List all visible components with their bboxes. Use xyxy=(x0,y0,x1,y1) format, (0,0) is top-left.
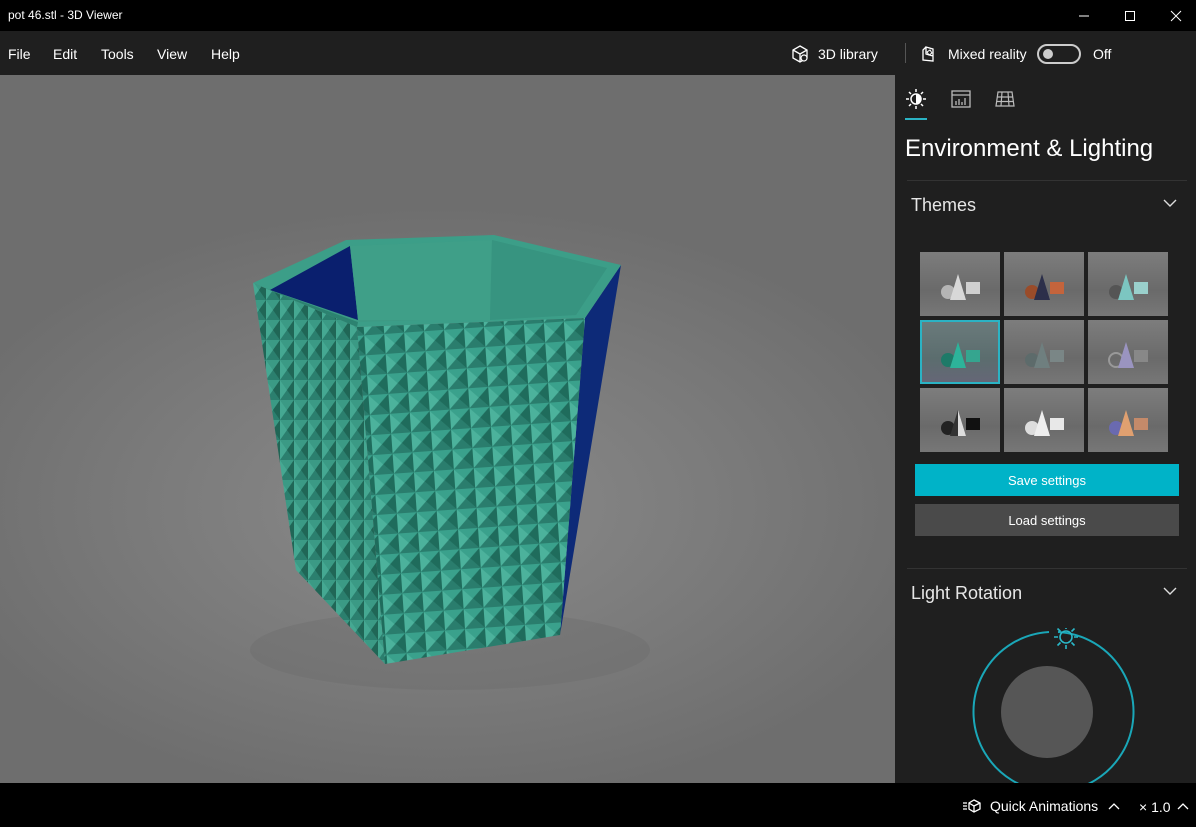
theme-thumb-2[interactable] xyxy=(1004,252,1084,316)
menu-help[interactable]: Help xyxy=(211,46,240,62)
theme-preview xyxy=(1109,410,1148,436)
chevron-down-icon xyxy=(1163,199,1177,207)
settings-panel: Environment & Lighting Themes Save setti… xyxy=(895,75,1196,783)
themes-label: Themes xyxy=(911,195,977,215)
3d-library-button[interactable]: 3D library xyxy=(790,43,878,65)
cube-icon xyxy=(792,45,808,63)
chevron-up-icon[interactable] xyxy=(1177,802,1189,810)
light-rotation-header[interactable]: Light Rotation xyxy=(907,568,1187,608)
load-settings-button[interactable]: Load settings xyxy=(915,504,1179,536)
chevron-up-icon[interactable] xyxy=(1108,802,1120,810)
tab-grid[interactable] xyxy=(993,87,1017,111)
light-rotation-label: Light Rotation xyxy=(911,583,1023,603)
mixed-reality-label: Mixed reality xyxy=(948,46,1027,62)
menu-edit[interactable]: Edit xyxy=(53,46,77,62)
theme-preview xyxy=(1108,342,1148,368)
mixed-reality-state: Off xyxy=(1093,46,1112,62)
theme-preview xyxy=(1025,342,1064,368)
menu-divider xyxy=(905,43,906,63)
title-bar: pot 46.stl - 3D Viewer xyxy=(0,0,1196,31)
quick-animations-label: Quick Animations xyxy=(990,798,1099,814)
chevron-down-icon xyxy=(1163,587,1177,595)
theme-preview xyxy=(941,274,980,300)
sun-icon xyxy=(906,89,926,109)
maximize-icon xyxy=(1125,10,1135,21)
menu-bar: File Edit Tools View Help 3D library Mix… xyxy=(0,31,1196,75)
maximize-button[interactable] xyxy=(1107,0,1153,31)
mixed-reality-icon xyxy=(922,46,934,62)
theme-preview xyxy=(1025,274,1064,300)
close-icon xyxy=(1170,10,1182,21)
save-settings-button[interactable]: Save settings xyxy=(915,464,1179,496)
quick-animations-button[interactable]: Quick Animations xyxy=(962,798,1098,814)
theme-preview xyxy=(1109,274,1148,300)
toggle-knob xyxy=(1043,49,1053,59)
mixed-reality-toggle[interactable] xyxy=(1037,44,1081,64)
theme-thumb-3[interactable] xyxy=(1088,252,1168,316)
close-button[interactable] xyxy=(1153,0,1196,31)
status-bar: Quick Animations × 1.0 xyxy=(0,783,1196,827)
themes-header[interactable]: Themes xyxy=(907,180,1187,220)
menu-file[interactable]: File xyxy=(8,46,31,62)
zoom-level[interactable]: × 1.0 xyxy=(1139,799,1171,815)
theme-thumb-5[interactable] xyxy=(1004,320,1084,384)
menu-tools[interactable]: Tools xyxy=(101,46,134,62)
theme-thumb-1[interactable] xyxy=(920,252,1000,316)
grid-icon xyxy=(995,91,1015,107)
panel-title: Environment & Lighting xyxy=(905,135,1154,162)
light-rotation-dial[interactable] xyxy=(965,628,1135,783)
theme-preview xyxy=(1025,410,1064,436)
theme-thumb-9[interactable] xyxy=(1088,388,1168,452)
tab-stats[interactable] xyxy=(949,87,973,111)
minimize-icon xyxy=(1079,15,1089,16)
tab-environment[interactable] xyxy=(904,87,928,111)
stats-icon xyxy=(951,90,971,108)
theme-thumb-8[interactable] xyxy=(1004,388,1084,452)
window-title: pot 46.stl - 3D Viewer xyxy=(8,8,123,22)
menu-view[interactable]: View xyxy=(157,46,187,62)
pot-model[interactable] xyxy=(0,75,895,783)
theme-thumb-4-selected[interactable] xyxy=(920,320,1000,384)
theme-preview xyxy=(941,410,980,436)
active-tab-indicator xyxy=(905,118,927,120)
minimize-button[interactable] xyxy=(1061,0,1107,31)
3d-viewport[interactable] xyxy=(0,75,895,783)
animation-icon xyxy=(963,799,981,813)
theme-thumb-6[interactable] xyxy=(1088,320,1168,384)
theme-preview xyxy=(941,342,980,368)
sun-handle-icon[interactable] xyxy=(1054,628,1078,649)
mixed-reality-button[interactable]: Mixed reality xyxy=(920,43,1027,65)
3d-library-label: 3D library xyxy=(818,46,878,62)
theme-thumb-7[interactable] xyxy=(920,388,1000,452)
